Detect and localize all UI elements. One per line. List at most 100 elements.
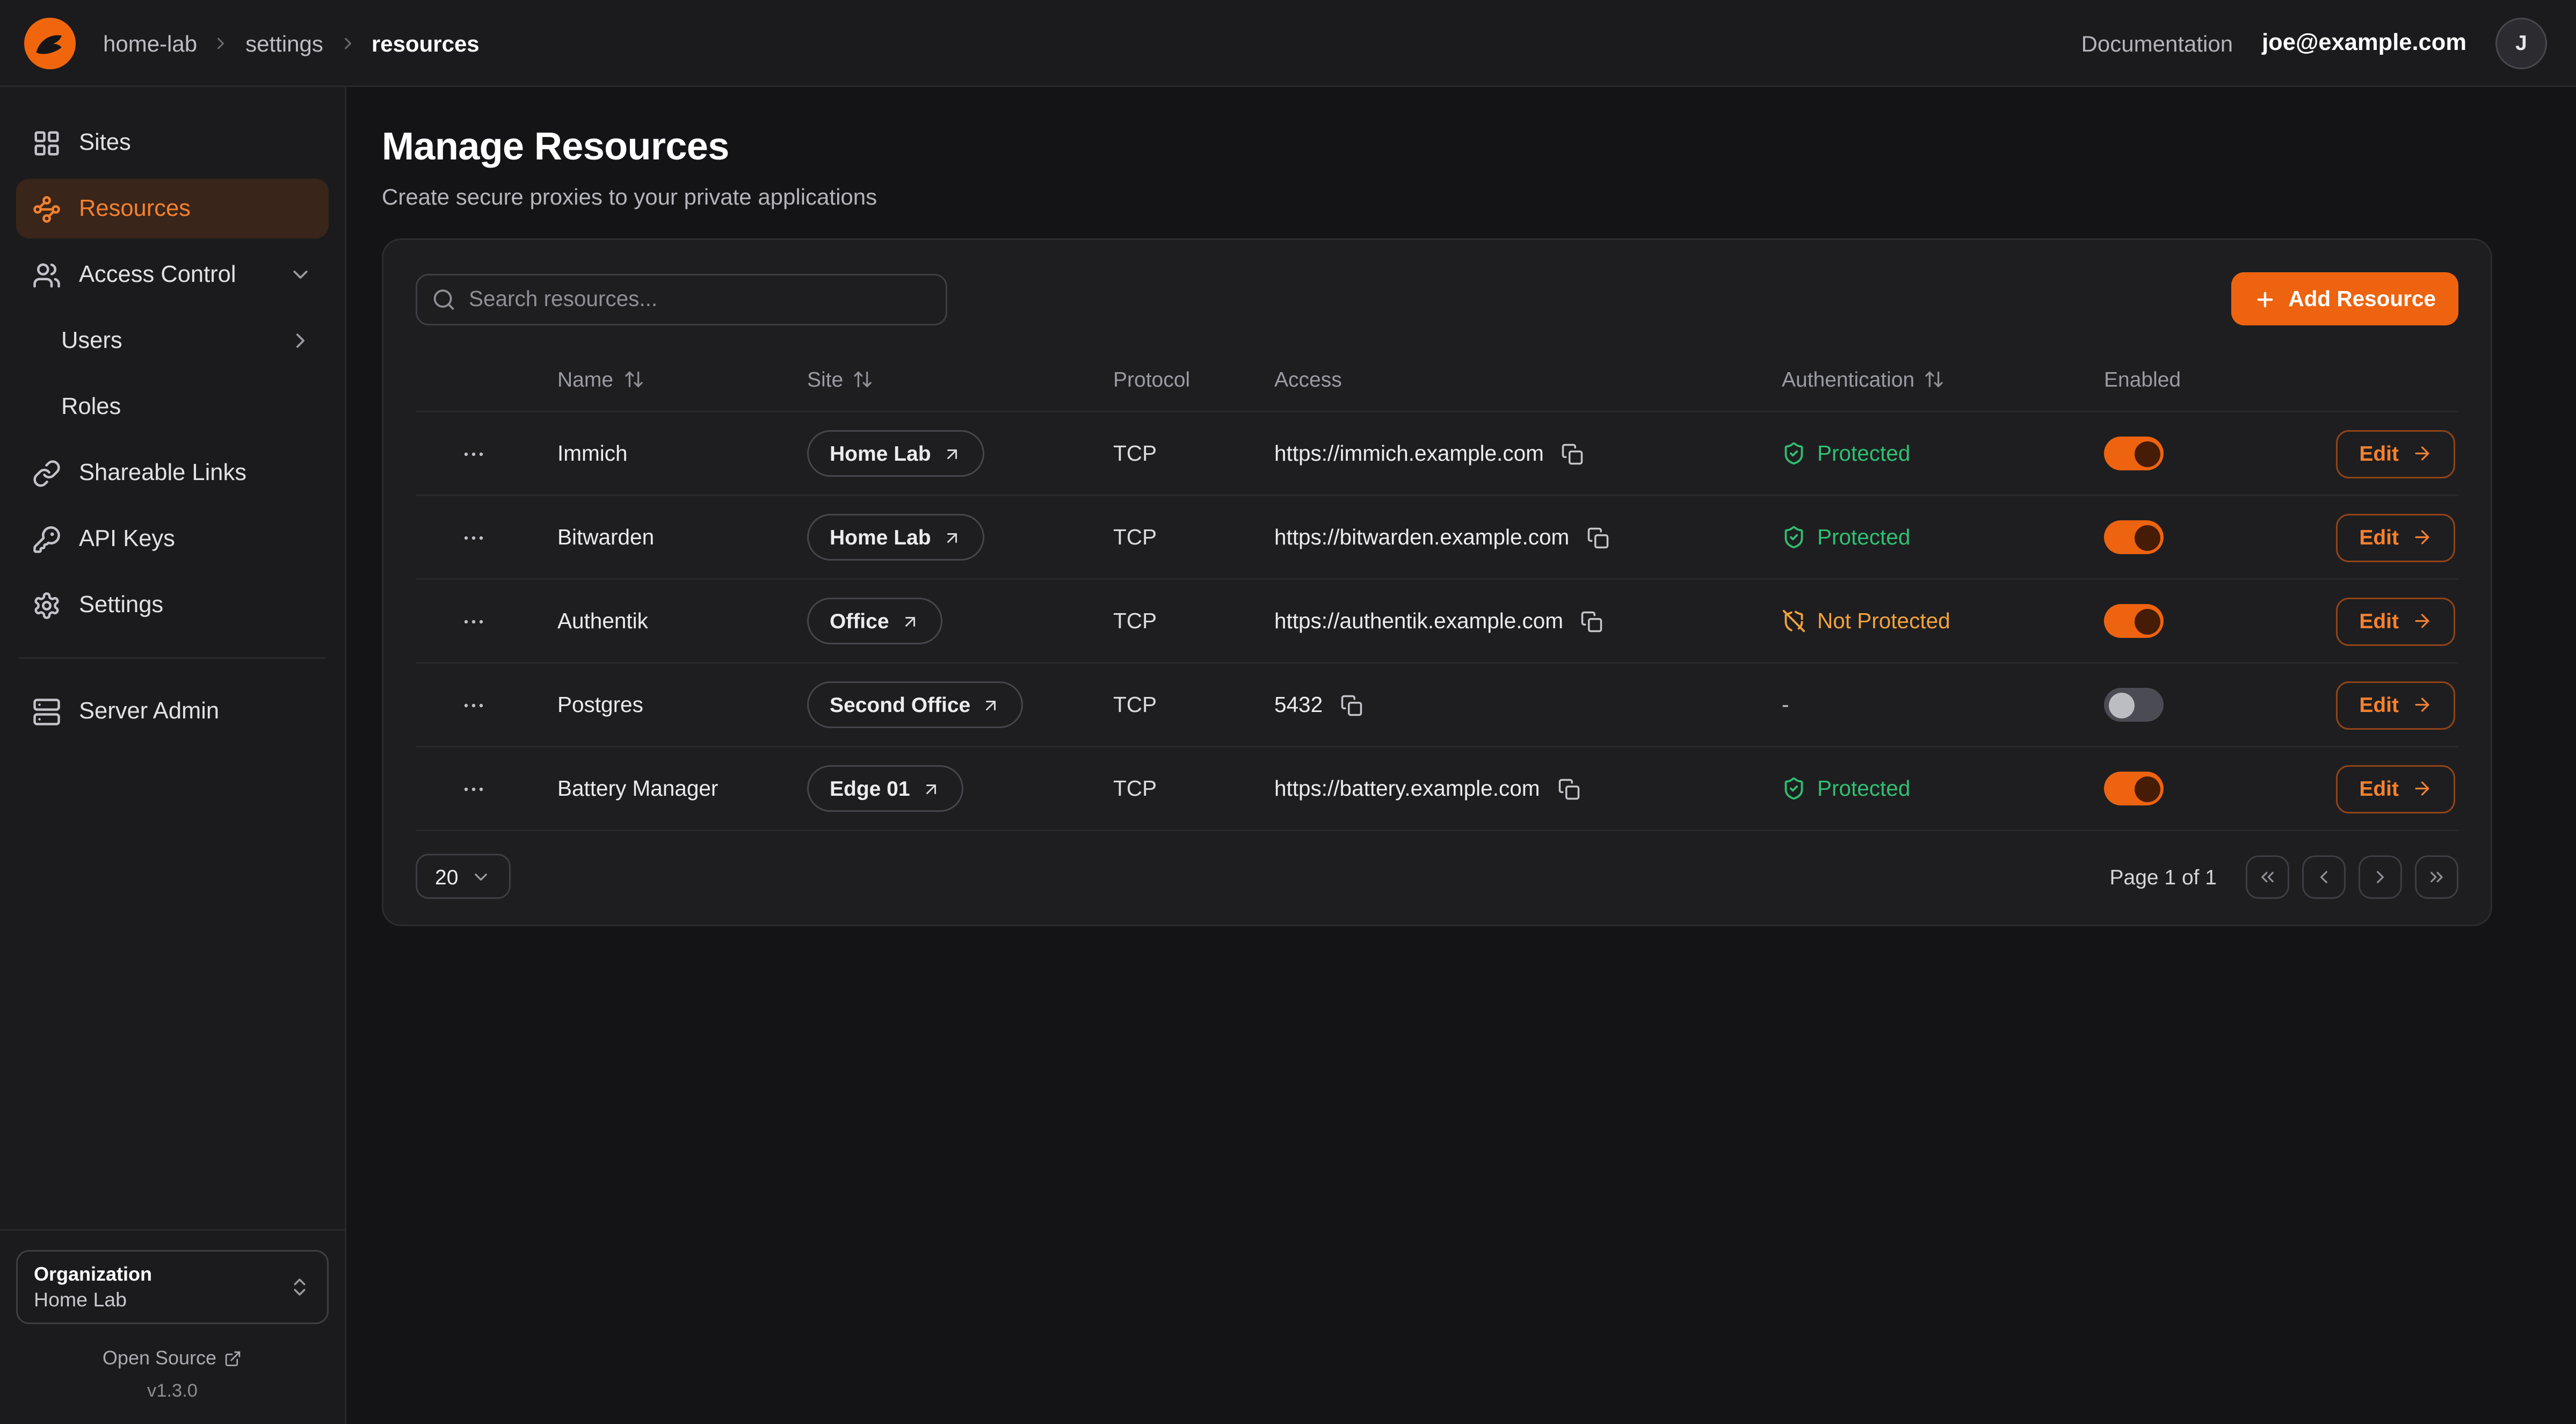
arrow-up-right-icon bbox=[942, 444, 962, 463]
edit-button[interactable]: Edit bbox=[2336, 681, 2455, 729]
copy-icon bbox=[1340, 694, 1363, 716]
first-page-button[interactable] bbox=[2246, 855, 2289, 898]
column-header-access: Access bbox=[1249, 367, 1756, 391]
column-header-protocol: Protocol bbox=[1087, 367, 1249, 391]
copy-button[interactable] bbox=[1337, 691, 1366, 720]
shield-check-icon bbox=[1782, 441, 1806, 466]
column-header-name[interactable]: Name bbox=[532, 367, 781, 391]
user-avatar[interactable]: J bbox=[2495, 17, 2547, 69]
sidebar-item-label: Access Control bbox=[79, 262, 236, 288]
arrow-up-right-icon bbox=[982, 695, 1001, 715]
sidebar-item-access-control[interactable]: Access Control bbox=[16, 245, 329, 304]
search-input[interactable] bbox=[416, 273, 947, 325]
open-source-link[interactable]: Open Source bbox=[16, 1347, 329, 1369]
breadcrumb-home-lab[interactable]: home-lab bbox=[103, 30, 197, 56]
users-icon bbox=[32, 260, 61, 289]
site-link[interactable]: Home Lab bbox=[807, 514, 984, 561]
auth-status: Protected bbox=[1756, 525, 2078, 549]
resource-name: Authentik bbox=[532, 609, 781, 633]
row-menu-button[interactable] bbox=[454, 602, 493, 641]
grid-icon bbox=[32, 128, 61, 157]
edit-button[interactable]: Edit bbox=[2336, 765, 2455, 813]
column-header-authentication[interactable]: Authentication bbox=[1756, 367, 2078, 391]
page-title: Manage Resources bbox=[382, 126, 2492, 171]
enabled-toggle[interactable] bbox=[2104, 604, 2164, 638]
resource-access: https://battery.example.com bbox=[1274, 776, 1540, 801]
avatar-initial: J bbox=[2515, 31, 2527, 55]
copy-button[interactable] bbox=[1578, 607, 1607, 636]
arrow-up-right-icon bbox=[921, 779, 941, 798]
sort-icon bbox=[853, 369, 874, 390]
column-header-site[interactable]: Site bbox=[781, 367, 1087, 391]
app-logo[interactable] bbox=[23, 16, 77, 70]
sidebar-item-resources[interactable]: Resources bbox=[16, 179, 329, 238]
sidebar-item-api-keys[interactable]: API Keys bbox=[16, 509, 329, 569]
sidebar-item-settings[interactable]: Settings bbox=[16, 575, 329, 635]
auth-status-label: Protected bbox=[1817, 776, 1910, 801]
resource-name: Postgres bbox=[532, 693, 781, 717]
next-page-button[interactable] bbox=[2359, 855, 2402, 898]
arrow-right-icon bbox=[2412, 778, 2433, 799]
chevron-right-icon bbox=[212, 33, 231, 53]
arrow-up-right-icon bbox=[942, 528, 962, 547]
documentation-link[interactable]: Documentation bbox=[2081, 30, 2233, 56]
last-page-button[interactable] bbox=[2415, 855, 2458, 898]
sidebar-item-label: Users bbox=[61, 328, 122, 354]
search-icon bbox=[432, 287, 456, 311]
edit-button[interactable]: Edit bbox=[2336, 430, 2455, 478]
main-content: Manage Resources Create secure proxies t… bbox=[346, 87, 2576, 1424]
copy-icon bbox=[1557, 778, 1580, 800]
sidebar-item-sites[interactable]: Sites bbox=[16, 113, 329, 172]
sidebar-divider bbox=[19, 657, 325, 659]
sidebar: Sites Resources Access Control Users bbox=[0, 87, 346, 1424]
copy-button[interactable] bbox=[1554, 774, 1583, 803]
resource-access: https://authentik.example.com bbox=[1274, 609, 1563, 633]
previous-page-button[interactable] bbox=[2302, 855, 2346, 898]
ellipsis-icon bbox=[461, 608, 487, 634]
site-link[interactable]: Second Office bbox=[807, 681, 1024, 728]
card-toolbar: Add Resource bbox=[416, 272, 2458, 325]
row-menu-button[interactable] bbox=[454, 686, 493, 724]
enabled-toggle[interactable] bbox=[2104, 688, 2164, 722]
edit-button[interactable]: Edit bbox=[2336, 513, 2455, 562]
card-footer: 20 Page 1 of 1 bbox=[416, 854, 2458, 899]
enabled-toggle[interactable] bbox=[2104, 772, 2164, 805]
sidebar-item-users[interactable]: Users bbox=[16, 311, 329, 370]
sidebar-item-server-admin[interactable]: Server Admin bbox=[16, 681, 329, 741]
table-row: Postgres Second Office TCP 5432 - Edit bbox=[416, 664, 2458, 747]
copy-button[interactable] bbox=[1558, 439, 1587, 468]
edit-button[interactable]: Edit bbox=[2336, 597, 2455, 645]
toggle-knob bbox=[2108, 692, 2134, 718]
add-resource-button[interactable]: Add Resource bbox=[2232, 272, 2458, 325]
enabled-toggle[interactable] bbox=[2104, 437, 2164, 470]
page-size-select[interactable]: 20 bbox=[416, 854, 511, 899]
organization-selector[interactable]: Organization Home Lab bbox=[16, 1250, 329, 1324]
site-link[interactable]: Home Lab bbox=[807, 430, 984, 477]
arrow-up-right-icon bbox=[901, 612, 920, 631]
site-link[interactable]: Edge 01 bbox=[807, 765, 963, 812]
table-row: Immich Home Lab TCP https://immich.examp… bbox=[416, 412, 2458, 496]
page-info: Page 1 of 1 bbox=[2110, 864, 2217, 889]
enabled-toggle[interactable] bbox=[2104, 520, 2164, 554]
sidebar-item-label: Shareable Links bbox=[79, 460, 246, 486]
copy-icon bbox=[1562, 442, 1584, 465]
table-row: Authentik Office TCP https://authentik.e… bbox=[416, 580, 2458, 664]
sidebar-item-shareable-links[interactable]: Shareable Links bbox=[16, 443, 329, 503]
key-icon bbox=[32, 525, 61, 554]
row-menu-button[interactable] bbox=[454, 769, 493, 808]
copy-icon bbox=[1581, 610, 1603, 633]
sidebar-footer: Organization Home Lab Open Source v1.3.0 bbox=[0, 1229, 345, 1424]
edit-button-label: Edit bbox=[2359, 693, 2399, 717]
topbar: home-lab settings resources Documentatio… bbox=[0, 0, 2576, 87]
chevron-right-icon bbox=[288, 329, 313, 353]
edit-button-label: Edit bbox=[2359, 776, 2399, 801]
sidebar-item-label: Roles bbox=[61, 394, 121, 420]
site-name: Office bbox=[830, 609, 889, 633]
breadcrumb-settings[interactable]: settings bbox=[245, 30, 323, 56]
site-link[interactable]: Office bbox=[807, 598, 942, 644]
copy-button[interactable] bbox=[1584, 523, 1613, 552]
sidebar-item-roles[interactable]: Roles bbox=[16, 377, 329, 437]
row-menu-button[interactable] bbox=[454, 434, 493, 473]
resource-name: Immich bbox=[532, 441, 781, 466]
row-menu-button[interactable] bbox=[454, 518, 493, 557]
